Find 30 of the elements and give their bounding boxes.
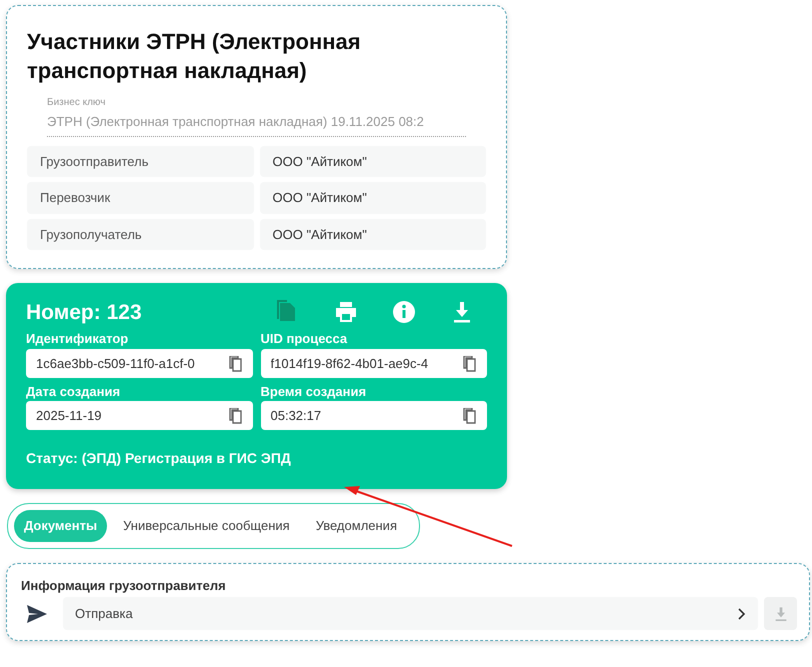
copy-icon[interactable] xyxy=(463,408,477,424)
info-button[interactable] xyxy=(391,299,417,326)
section-title: Информация грузоотправителя xyxy=(21,576,227,595)
text-field[interactable]: 1c6ae3bb-c509-11f0-a1cf-0 xyxy=(26,348,252,378)
organization-cell: ООО "Айтиком" xyxy=(260,146,486,178)
field-label: UID процесса xyxy=(260,330,348,348)
tab[interactable]: Уведомления xyxy=(306,510,407,542)
field-label: Дата создания xyxy=(26,382,122,401)
field-label: Идентификатор xyxy=(26,330,130,348)
copy-icon[interactable] xyxy=(228,356,242,372)
copy-icon[interactable] xyxy=(463,356,477,372)
organization-cell: ООО "Айтиком" xyxy=(260,218,486,250)
send-icon xyxy=(27,604,47,623)
card-title: Участники ЭТРН (Электронная транспортная накладная) xyxy=(27,28,362,85)
status-text: Статус: (ЭПД) Регистрация в ГИС ЭПД xyxy=(26,449,292,468)
role-cell: Грузополучатель xyxy=(27,218,254,250)
text-field[interactable]: 2025-11-19 xyxy=(26,401,252,430)
copy-icon[interactable] xyxy=(228,408,242,424)
list-item[interactable]: Отправка xyxy=(63,597,758,630)
download-icon xyxy=(772,606,788,622)
document-number: Номер: 123 xyxy=(26,300,142,325)
role-cell: Перевозчик xyxy=(27,182,254,214)
text-field[interactable]: 05:32:17 xyxy=(260,401,487,430)
organization-cell: ООО "Айтиком" xyxy=(260,182,486,214)
role-cell: Грузоотправитель xyxy=(27,146,254,178)
text-field[interactable]: f1014f19-8f62-4b01-ae9c-4 xyxy=(260,348,487,378)
field-label: Бизнес ключ xyxy=(47,96,106,110)
tab[interactable]: Универсальные сообщения xyxy=(113,510,300,542)
field-label: Время создания xyxy=(260,382,368,401)
chevron-icon xyxy=(738,608,746,620)
